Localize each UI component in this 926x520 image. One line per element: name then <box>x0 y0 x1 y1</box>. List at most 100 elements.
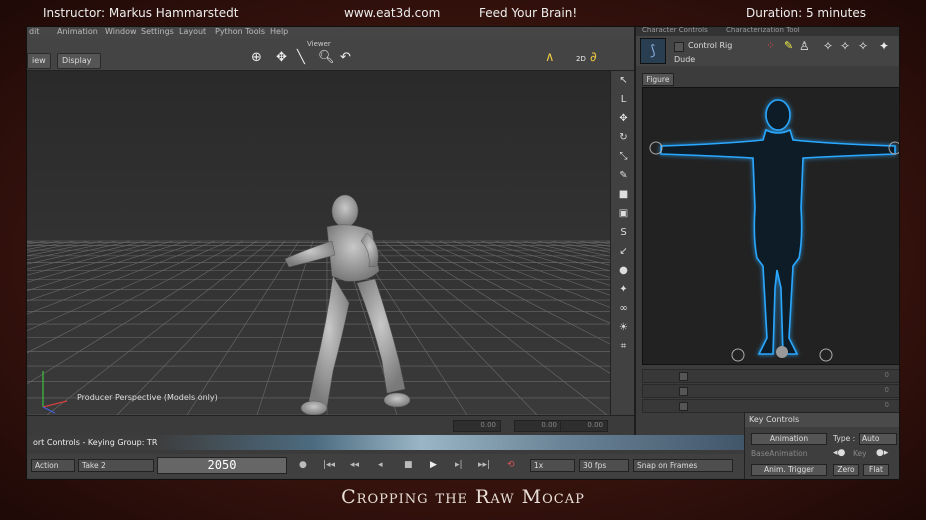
viewport-scene <box>27 71 610 415</box>
zero-button[interactable]: Zero <box>833 464 859 476</box>
light-icon[interactable]: ☀ <box>611 318 636 337</box>
full-body-icon[interactable]: ✧ <box>823 39 833 53</box>
menu-bar: dit Animation Window Settings Layout Pyt… <box>27 27 635 39</box>
control-rig-checkbox[interactable] <box>674 42 684 52</box>
selection-mode-icon[interactable]: ✧ <box>858 39 868 53</box>
animation-button[interactable]: Animation <box>751 433 827 445</box>
box-icon[interactable]: ▣ <box>611 204 636 223</box>
effector-icon[interactable]: ⁘ <box>766 39 775 52</box>
row-checkbox[interactable] <box>679 402 688 411</box>
base-animation-dropdown[interactable]: BaseAnimation <box>751 449 808 458</box>
property-rows: 0 0 0 <box>642 369 899 414</box>
row-checkbox[interactable] <box>679 372 688 381</box>
key-button[interactable]: Key <box>853 449 867 458</box>
tab-characterization-tool[interactable]: Characterization Tool <box>726 27 800 34</box>
mode-3d-icon[interactable]: ∂ <box>590 50 597 65</box>
anim-trigger-button[interactable]: Anim. Trigger <box>751 464 827 476</box>
3d-viewport[interactable]: Producer Perspective (Models only) <box>27 71 610 415</box>
chain-icon[interactable]: ∞ <box>611 299 636 318</box>
panel-tabs: Character Controls Characterization Tool <box>636 27 899 36</box>
pencil-tool-icon[interactable]: ╲ <box>297 50 305 65</box>
coord-y-field[interactable]: 0.00 <box>514 420 562 432</box>
transport-title: ort Controls - Keying Group: TR <box>27 435 744 450</box>
speed-dropdown[interactable]: 1x <box>530 459 575 472</box>
record-icon[interactable]: ● <box>299 460 307 470</box>
row-value: 0 <box>884 386 889 394</box>
key-controls-title: Key Controls <box>745 413 899 427</box>
property-row[interactable]: 0 <box>642 399 899 413</box>
frame-counter[interactable]: 2050 <box>157 457 287 474</box>
sphere-icon[interactable]: ● <box>611 261 636 280</box>
take-dropdown[interactable]: Take 2 <box>78 459 154 472</box>
transport-controls: ort Controls - Keying Group: TR Action T… <box>27 435 744 479</box>
site-label: www.eat3d.com <box>344 6 441 20</box>
display-menu-button[interactable]: Display <box>57 53 101 69</box>
menu-settings[interactable]: Settings <box>141 27 174 36</box>
right-foot-pin-icon <box>819 348 833 362</box>
stop-icon[interactable]: ■ <box>404 460 413 470</box>
menu-animation[interactable]: Animation <box>57 27 98 36</box>
prev-key-icon[interactable]: ◂● <box>833 448 845 458</box>
menu-help[interactable]: Help <box>270 27 288 36</box>
snap-dropdown[interactable]: Snap on Frames <box>633 459 733 472</box>
lesson-title: Cropping the Raw Mocap <box>341 486 585 508</box>
view-menu-button[interactable]: iew <box>27 53 51 69</box>
cube-icon[interactable]: ■ <box>611 185 636 204</box>
menu-python-tools[interactable]: Python Tools <box>215 27 265 36</box>
coord-z-field[interactable]: 0.00 <box>560 420 608 432</box>
move-icon[interactable]: ✥ <box>611 109 636 128</box>
slogan-label: Feed Your Brain! <box>479 6 578 20</box>
tab-figure[interactable]: Figure <box>642 73 674 86</box>
go-end-icon[interactable]: ▸▸| <box>478 460 490 470</box>
side-toolbar: ↖ L ✥ ↻ ⤡ ✎ ■ ▣ S ↙ ● ✦ ∞ ☀ ⌗ <box>610 71 635 415</box>
coord-x-field[interactable]: 0.00 <box>453 420 501 432</box>
character-name: Dude <box>674 55 696 64</box>
type-dropdown[interactable]: Auto <box>859 433 897 445</box>
pick-icon[interactable]: ✎ <box>784 39 793 52</box>
rotate-tool-icon[interactable]: ⊕ <box>251 50 262 65</box>
flat-button[interactable]: Flat <box>863 464 889 476</box>
tab-character-controls[interactable]: Character Controls <box>642 27 708 34</box>
next-frame-icon[interactable]: ▸| <box>455 460 463 470</box>
curve-tool-icon[interactable]: ∧ <box>545 50 555 65</box>
local-icon[interactable]: L <box>611 90 636 109</box>
translate-tool-icon[interactable]: ✥ <box>276 50 287 65</box>
menu-layout[interactable]: Layout <box>179 27 206 36</box>
prev-frame-icon[interactable]: ◂◂ <box>350 460 359 470</box>
body-part-mode-icon[interactable]: ✧ <box>840 39 850 53</box>
spline-icon[interactable]: S <box>611 223 636 242</box>
select-arrow-icon[interactable]: ↖ <box>611 71 636 90</box>
zoom-tool-icon[interactable]: 🔍︎ <box>318 50 335 65</box>
action-dropdown[interactable]: Action <box>31 459 75 472</box>
property-row[interactable]: 0 <box>642 369 899 383</box>
play-back-icon[interactable]: ◂ <box>378 460 383 470</box>
duration-label: Duration: 5 minutes <box>746 6 866 20</box>
fps-dropdown[interactable]: 30 fps <box>579 459 629 472</box>
viewer-status-bar: 0.00 0.00 0.00 <box>27 415 635 435</box>
play-icon[interactable]: ▶ <box>430 460 437 470</box>
orbit-tool-icon[interactable]: ↶ <box>340 50 351 65</box>
rotate-icon[interactable]: ↻ <box>611 128 636 147</box>
frame-icon[interactable]: ⌗ <box>611 337 636 356</box>
transport-bar: Action Take 2 2050 ● |◂◂ ◂◂ ◂ ■ ▶ ▸| ▸▸|… <box>27 454 744 478</box>
control-rig-label: Control Rig <box>688 41 733 50</box>
character-figure-view[interactable] <box>642 87 899 365</box>
scale-icon[interactable]: ⤡ <box>611 147 636 166</box>
pin-mode-icon[interactable]: ✦ <box>879 39 889 53</box>
loop-icon[interactable]: ⟲ <box>507 460 515 470</box>
type-label: Type : <box>833 434 856 443</box>
property-row[interactable]: 0 <box>642 384 899 398</box>
menu-edit[interactable]: dit <box>29 27 39 36</box>
mode-2d-toggle[interactable]: 2D <box>576 55 586 63</box>
character-select-icon[interactable]: ⟆ <box>640 38 666 64</box>
go-start-icon[interactable]: |◂◂ <box>323 460 335 470</box>
paint-icon[interactable]: ✎ <box>611 166 636 185</box>
row-checkbox[interactable] <box>679 387 688 396</box>
pin-icon[interactable]: ↙ <box>611 242 636 261</box>
figure-silhouette <box>649 99 899 362</box>
key-controls-panel: Key Controls Animation Type : Auto BaseA… <box>744 412 899 479</box>
body-part-icon[interactable]: ♙ <box>799 39 810 53</box>
menu-window[interactable]: Window <box>105 27 137 36</box>
skeleton-icon[interactable]: ✦ <box>611 280 636 299</box>
next-key-icon[interactable]: ●▸ <box>876 448 888 458</box>
